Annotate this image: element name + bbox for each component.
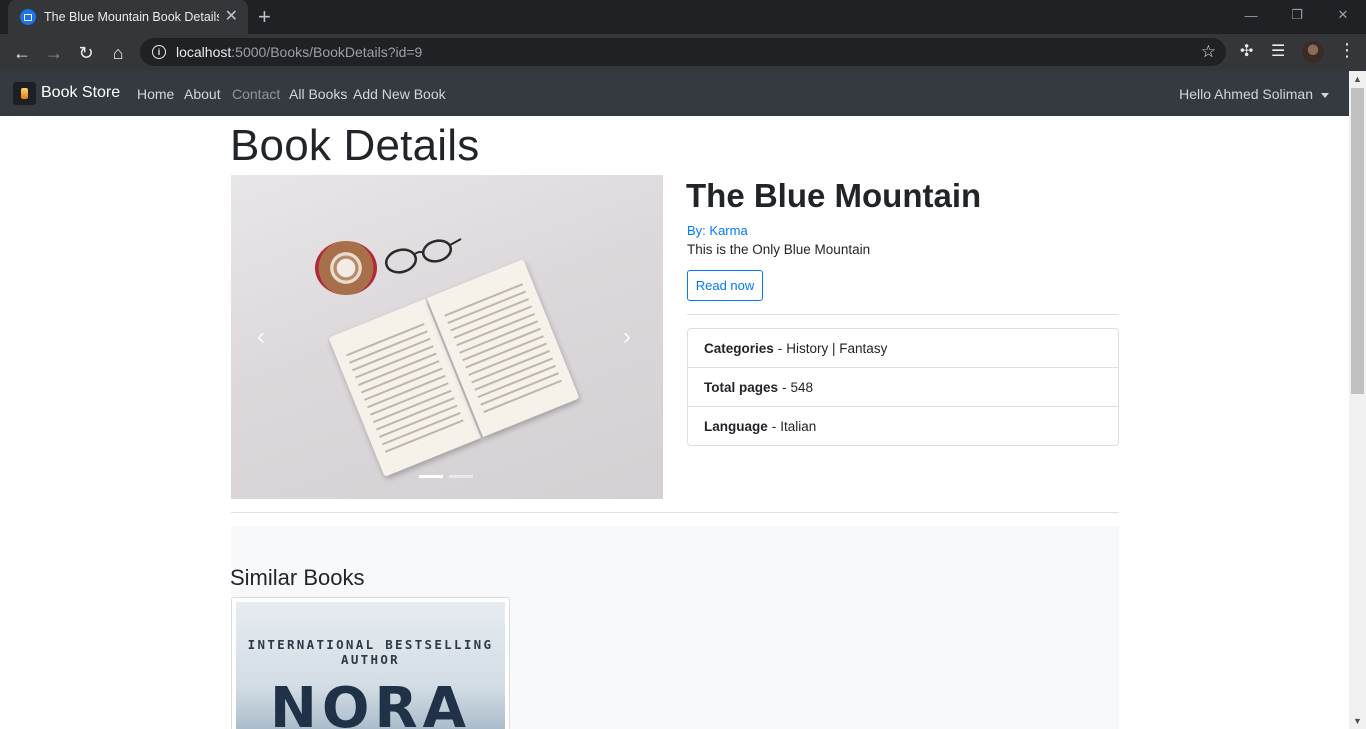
page-scrollbar[interactable]: ▲ ▼ — [1349, 71, 1366, 729]
cover-tagline: INTERNATIONAL BESTSELLING AUTHOR — [247, 637, 494, 667]
home-icon[interactable]: ⌂ — [105, 40, 131, 66]
browser-tab-strip: The Blue Mountain Book Details | ✕ + — ❐… — [0, 0, 1366, 34]
browser-toolbar: ← → ↻ ⌂ i localhost:5000/Books/BookDetai… — [0, 34, 1366, 71]
detail-label: Total pages — [704, 379, 779, 395]
page-viewport: Book Store Home About Contact All Books … — [0, 71, 1349, 729]
close-tab-icon[interactable]: ✕ — [225, 9, 238, 25]
nav-link-add-new-book[interactable]: Add New Book — [353, 86, 446, 102]
detail-value: History | Fantasy — [786, 340, 888, 356]
detail-separator: - — [777, 340, 783, 356]
detail-categories: Categories - History | Fantasy — [688, 329, 1118, 368]
reload-icon[interactable]: ↻ — [73, 40, 99, 66]
browser-menu-icon[interactable]: ⋮ — [1338, 40, 1356, 61]
brand-logo-icon[interactable] — [13, 82, 36, 105]
cover-author-name: NORA — [270, 676, 471, 729]
restore-icon[interactable]: ❐ — [1274, 0, 1320, 30]
carousel-indicator-2[interactable] — [449, 475, 473, 478]
user-greeting: Hello Ahmed Soliman — [1179, 86, 1313, 102]
detail-language: Language - Italian — [688, 407, 1118, 445]
carousel-indicator-1[interactable] — [419, 475, 443, 478]
browser-tab[interactable]: The Blue Mountain Book Details | ✕ — [8, 0, 248, 34]
forward-icon[interactable]: → — [41, 40, 67, 66]
similar-book-card[interactable]: INTERNATIONAL BESTSELLING AUTHOR NORA — [231, 597, 510, 729]
book-description: This is the Only Blue Mountain — [687, 242, 871, 257]
back-icon[interactable]: ← — [9, 40, 35, 66]
carousel-prev-icon[interactable]: ‹ — [257, 325, 265, 349]
tab-title: The Blue Mountain Book Details | — [44, 10, 219, 24]
book-details-list: Categories - History | Fantasy Total pag… — [687, 328, 1119, 446]
url-host: localhost — [176, 44, 232, 60]
minimize-icon[interactable]: — — [1228, 0, 1274, 30]
book-image-carousel: ‹ › — [231, 175, 663, 499]
media-control-icon[interactable]: ☰ — [1271, 41, 1285, 61]
detail-value: 548 — [790, 379, 814, 395]
divider — [231, 512, 1119, 513]
bookmark-star-icon[interactable]: ☆ — [1201, 42, 1216, 62]
caret-down-icon — [1321, 92, 1329, 98]
divider — [687, 314, 1119, 315]
detail-separator: - — [771, 418, 777, 434]
glasses-image — [384, 238, 462, 274]
scroll-down-icon[interactable]: ▼ — [1353, 716, 1362, 726]
book-favicon-icon — [20, 9, 36, 25]
carousel-next-icon[interactable]: › — [623, 325, 631, 349]
read-now-button[interactable]: Read now — [687, 270, 763, 301]
book-cover-image[interactable]: INTERNATIONAL BESTSELLING AUTHOR NORA — [236, 602, 505, 729]
address-bar[interactable]: i localhost:5000/Books/BookDetails?id=9 … — [140, 38, 1226, 66]
coffee-cup-image — [315, 241, 377, 295]
brand-link[interactable]: Book Store — [41, 84, 120, 102]
book-title: The Blue Mountain — [686, 177, 982, 214]
profile-avatar[interactable] — [1302, 41, 1324, 63]
nav-link-contact[interactable]: Contact — [232, 86, 280, 102]
site-info-icon[interactable]: i — [152, 45, 166, 59]
url-path: :5000/Books/BookDetails?id=9 — [231, 44, 423, 60]
site-navbar: Book Store Home About Contact All Books … — [0, 71, 1349, 116]
detail-label: Language — [704, 418, 768, 434]
user-dropdown[interactable]: Hello Ahmed Soliman — [1179, 86, 1329, 102]
window-controls: — ❐ ✕ — [1228, 0, 1366, 34]
close-window-icon[interactable]: ✕ — [1320, 0, 1366, 30]
scrollbar-thumb[interactable] — [1351, 88, 1364, 394]
detail-separator: - — [782, 379, 787, 395]
scroll-up-icon[interactable]: ▲ — [1353, 74, 1362, 84]
open-book-image — [328, 259, 580, 477]
nav-link-all-books[interactable]: All Books — [289, 86, 347, 102]
detail-total-pages: Total pages - 548 — [688, 368, 1118, 407]
nav-link-home[interactable]: Home — [137, 86, 174, 102]
extensions-icon[interactable]: ✣ — [1240, 41, 1253, 61]
new-tab-icon[interactable]: + — [258, 4, 271, 30]
detail-label: Categories — [704, 340, 774, 356]
page-title: Book Details — [230, 121, 480, 170]
nav-link-about[interactable]: About — [184, 86, 221, 102]
similar-books-title: Similar Books — [230, 565, 365, 590]
book-author-link[interactable]: By: Karma — [687, 223, 748, 238]
detail-value: Italian — [780, 418, 817, 434]
